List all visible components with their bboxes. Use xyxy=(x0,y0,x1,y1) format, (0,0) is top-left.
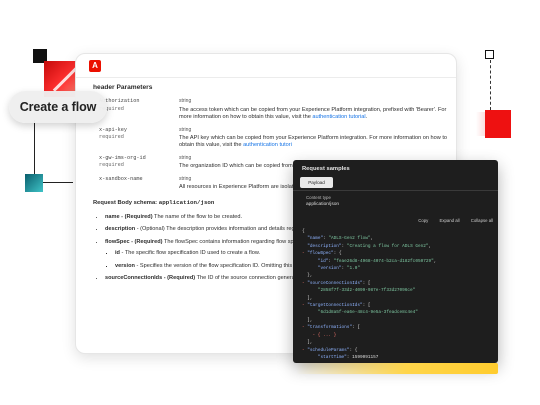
copy-button[interactable]: Copy xyxy=(418,218,428,223)
code-line: "version": "1.0" xyxy=(317,266,360,272)
content-type-label: Content type xyxy=(306,195,331,200)
schema-label: Request Body schema: xyxy=(93,200,158,207)
code-line: }, xyxy=(302,273,313,279)
authentication-tutorial-link[interactable]: authentication tutorial xyxy=(312,114,365,120)
field-name: description xyxy=(105,226,136,233)
code-line: "name": "ADLS-Gen2 flow", xyxy=(307,236,374,242)
param-name: x-api-key xyxy=(99,126,128,133)
param-name: x-gw-ims-org-id xyxy=(99,154,146,161)
outline-square-decoration xyxy=(485,50,494,59)
code-line: "6d1d8a5f-ea6e-48c4-9e5a-3feadce8c4e4" xyxy=(317,310,418,316)
param-description-end: . xyxy=(365,114,368,121)
code-line: - "scheduleParams": { xyxy=(302,347,358,353)
connector-line-vertical xyxy=(34,120,35,178)
tab-divider xyxy=(293,190,498,191)
code-line: - "targetConnectionIds": [ xyxy=(302,303,371,309)
field-name: sourceConnectionIds xyxy=(105,274,163,281)
field-required: - (Required) xyxy=(162,274,196,281)
field-name: flowSpec xyxy=(105,238,130,245)
param-name: x-sandbox-name xyxy=(99,175,143,182)
param-required: required xyxy=(99,105,124,112)
collapse-all-button[interactable]: Collapse all xyxy=(471,218,493,223)
connector-line-horizontal xyxy=(43,182,73,183)
red-square-decoration xyxy=(485,110,511,138)
code-line: "2858f7f-33d2-4099-987e-7f33d27096ce" xyxy=(317,288,416,294)
param-row-api-key: x-api-key required string The API key whic… xyxy=(93,127,448,150)
field-description: The name of the flow to be created. xyxy=(152,213,243,220)
code-line: - "sourceConnectionIds": [ xyxy=(302,280,371,286)
expand-all-button[interactable]: Expand all xyxy=(440,218,460,223)
field-name: name xyxy=(105,213,120,220)
code-line: - "transformations": [ xyxy=(302,325,360,331)
param-type: string xyxy=(179,98,192,105)
section-title: header Parameters xyxy=(93,84,153,91)
code-line: ], xyxy=(302,340,313,346)
request-samples-panel: Request samples Payload Content type app… xyxy=(293,160,498,363)
field-description: - The specific flow specification ID use… xyxy=(119,250,261,257)
field-required: - (Required) xyxy=(119,213,153,220)
schema-value: application/json xyxy=(158,199,215,207)
code-line: ], xyxy=(302,295,313,301)
field-description: - Specifies the version of the flow spec… xyxy=(134,262,297,269)
param-description: The API key which can be copied from you… xyxy=(179,135,448,149)
create-a-flow-label: Create a flow xyxy=(9,91,107,123)
field-description: The flowSpec contains information regard… xyxy=(162,238,300,245)
teal-square-decoration xyxy=(25,174,43,192)
param-required: required xyxy=(99,134,124,141)
adobe-logo-icon: A xyxy=(89,60,101,72)
json-code-sample: { "name": "ADLS-Gen2 flow", "description… xyxy=(302,228,494,361)
field-required: - (Optional) xyxy=(135,226,165,233)
dashed-line-decoration xyxy=(490,60,491,110)
code-line: "description": "Creating a flow for ADLS… xyxy=(307,243,432,249)
yellow-bar-decoration xyxy=(296,363,498,374)
code-line: "startTime": 1599091157 xyxy=(317,354,379,360)
param-required: required xyxy=(99,162,124,169)
content-type-value: application/json xyxy=(306,202,340,207)
field-required: - (Required) xyxy=(129,238,163,245)
authentication-tutorial-link[interactable]: authentication tutori xyxy=(243,142,292,148)
doc-header-bar: A xyxy=(76,54,456,78)
field-name: version xyxy=(115,262,135,269)
code-line: - "flowSpec": { xyxy=(302,251,342,257)
param-row-authorization: Authorization required string The access t… xyxy=(93,98,448,121)
code-line: { xyxy=(302,229,305,234)
code-line: - { ... } xyxy=(302,332,337,338)
field-description: The description provides information and… xyxy=(164,226,298,233)
param-type: string xyxy=(179,126,192,133)
code-line: ], xyxy=(302,317,313,323)
code-line: "id": "feae26d8-4968-4074-b2ca-d182fc050… xyxy=(317,258,437,264)
code-actions: Copy Expand all Collapse all xyxy=(408,218,493,223)
tab-payload[interactable]: Payload xyxy=(300,177,333,188)
